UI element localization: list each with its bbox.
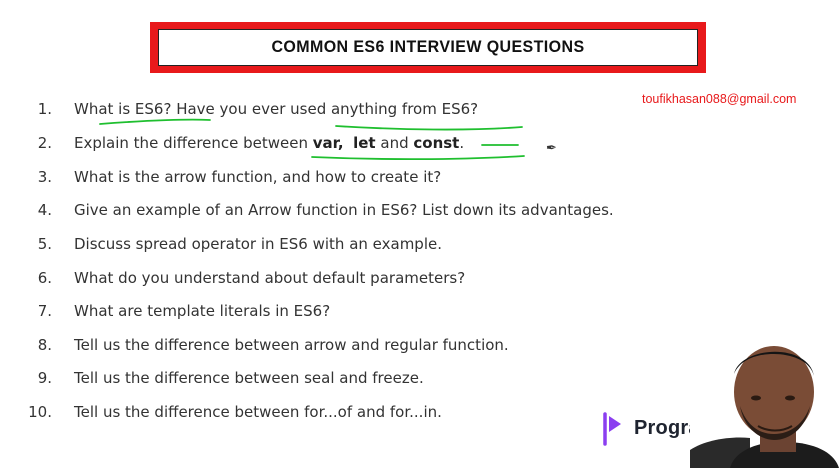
underline-stroke	[99, 118, 211, 125]
question-text: Tell us the difference between arrow and…	[74, 336, 509, 354]
underline-stroke	[311, 155, 525, 161]
slide-title: COMMON ES6 INTERVIEW QUESTIONS	[271, 38, 585, 56]
question-number: 2.	[37, 134, 52, 152]
question-number: 3.	[37, 168, 52, 186]
question-number: 6.	[37, 269, 52, 287]
question-number: 4.	[37, 201, 52, 219]
question-text: Explain the difference between var, let …	[74, 134, 464, 152]
logo-icon	[603, 412, 621, 446]
question-text: Give an example of an Arrow function in …	[74, 201, 614, 219]
question-text-mid: and	[375, 134, 414, 152]
question-text-pre: Explain the difference between	[74, 134, 313, 152]
presenter-webcam	[690, 340, 839, 468]
question-text: Tell us the difference between seal and …	[74, 369, 424, 387]
keyword-var: var,	[312, 134, 344, 152]
question-text: What do you understand about default par…	[74, 269, 466, 287]
slide-title-box: COMMON ES6 INTERVIEW QUESTIONS	[158, 29, 698, 66]
underline-stroke	[335, 125, 523, 131]
author-email: toufikhasan088@gmail.com	[642, 92, 797, 106]
keyword-let: let	[353, 134, 376, 152]
keyword-const: const	[413, 134, 460, 152]
question-number: 9.	[37, 369, 52, 387]
question-text-post: .	[459, 134, 465, 152]
question-number: 5.	[37, 235, 52, 253]
question-text: What is ES6? Have you ever used anything…	[74, 100, 479, 118]
slide-title-frame: COMMON ES6 INTERVIEW QUESTIONS	[150, 22, 706, 73]
question-number: 8.	[37, 336, 52, 354]
question-text: What is the arrow function, and how to c…	[74, 168, 442, 186]
question-number: 10.	[28, 403, 52, 421]
mouse-cursor-icon: ✒	[546, 141, 557, 156]
question-text: What are template literals in ES6?	[74, 302, 331, 320]
question-text: Tell us the difference between for...of …	[74, 403, 442, 421]
question-number: 1.	[37, 100, 52, 118]
question-text: Discuss spread operator in ES6 with an e…	[74, 235, 442, 253]
question-number: 7.	[37, 302, 52, 320]
